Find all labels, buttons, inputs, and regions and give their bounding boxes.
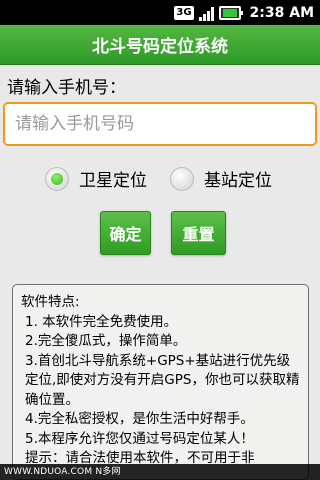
clock-time: 2:38 AM	[249, 4, 314, 21]
phone-number-input[interactable]	[3, 102, 317, 146]
feature-info-panel[interactable]: 软件特点: 1. 本软件完全免费使用。 2.完全傻瓜式，操作简单。 3.首创北斗…	[12, 284, 309, 480]
radio-unselected-icon[interactable]	[170, 166, 194, 191]
info-item: 5.本程序允许您仅通过号码定位某人！	[25, 430, 254, 447]
info-item: 1. 本软件完全免费使用。	[25, 313, 178, 330]
battery-icon	[218, 5, 243, 20]
watermark: WWW.NDUOA.COM N多网	[0, 464, 320, 480]
radio-base-station-label: 基站定位	[204, 171, 272, 191]
radio-satellite-label: 卫星定位	[79, 171, 147, 191]
info-item: 2.完全傻瓜式，操作简单。	[25, 333, 187, 349]
reset-button[interactable]: 重置	[171, 211, 226, 255]
radio-satellite[interactable]: 卫星定位	[45, 166, 147, 191]
phone-prompt-label: 请输入手机号：	[7, 78, 126, 98]
radio-base-station[interactable]: 基站定位	[170, 166, 272, 191]
info-item: 3.首创北斗导航系统+GPS+基站进行优先级定位,即使对方没有开启GPS，你也可…	[25, 352, 300, 408]
network-3g-icon: 3G	[174, 5, 194, 20]
status-bar: 3G 2:38 AM	[0, 0, 320, 25]
app-title: 北斗号码定位系统	[0, 25, 320, 65]
radio-selected-icon[interactable]	[45, 166, 69, 191]
confirm-button[interactable]: 确定	[100, 211, 151, 255]
signal-strength-icon	[198, 5, 214, 21]
location-mode-radio-group: 卫星定位 基站定位	[0, 166, 320, 194]
info-item: 4.完全私密授权，是你生活中好帮手。	[25, 411, 254, 427]
info-heading: 软件特点:	[21, 294, 80, 310]
